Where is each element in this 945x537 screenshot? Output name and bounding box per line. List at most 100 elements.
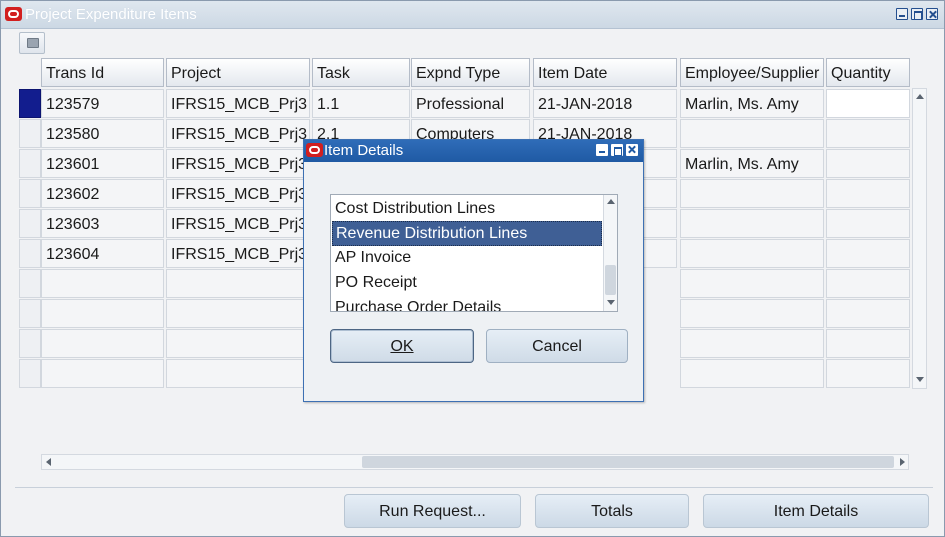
scroll-up-icon[interactable] xyxy=(607,199,615,204)
cell-employee-supplier[interactable] xyxy=(680,359,824,388)
column-header-quantity[interactable]: Quantity xyxy=(826,58,910,87)
cell-project[interactable]: IFRS15_MCB_Prj3 xyxy=(166,179,310,208)
record-indicator[interactable] xyxy=(19,329,41,358)
cell-quantity[interactable] xyxy=(826,89,910,118)
item-details-list[interactable]: Cost Distribution Lines Revenue Distribu… xyxy=(330,194,618,312)
run-request-button[interactable]: Run Request... xyxy=(344,494,521,528)
close-icon[interactable] xyxy=(926,8,938,20)
cell-project[interactable]: IFRS15_MCB_Prj3 xyxy=(166,89,310,118)
cell-project[interactable]: IFRS15_MCB_Prj3 xyxy=(166,209,310,238)
minimize-icon[interactable] xyxy=(896,8,908,20)
column-header-project[interactable]: Project xyxy=(166,58,310,87)
oracle-app-icon xyxy=(306,143,323,157)
maximize-icon[interactable] xyxy=(611,144,623,156)
cell-quantity[interactable] xyxy=(826,149,910,178)
cell-trans-id[interactable] xyxy=(41,359,164,388)
cell-project[interactable] xyxy=(166,269,310,298)
column-header-employee-supplier[interactable]: Employee/Supplier xyxy=(680,58,824,87)
item-details-button[interactable]: Item Details xyxy=(703,494,929,528)
cell-quantity[interactable] xyxy=(826,119,910,148)
cell-trans-id[interactable] xyxy=(41,329,164,358)
cell-project[interactable] xyxy=(166,359,310,388)
record-indicator[interactable] xyxy=(19,359,41,388)
oracle-app-icon xyxy=(5,7,22,21)
list-scrollbar[interactable] xyxy=(603,195,617,311)
minimize-icon[interactable] xyxy=(596,144,608,156)
record-indicator[interactable] xyxy=(19,119,41,148)
cell-quantity[interactable] xyxy=(826,329,910,358)
cell-employee-supplier[interactable] xyxy=(680,239,824,268)
record-indicator[interactable] xyxy=(19,239,41,268)
totals-label: Totals xyxy=(591,503,633,520)
cell-employee-supplier[interactable]: Marlin, Ms. Amy xyxy=(680,149,824,178)
cell-expnd-type[interactable]: Professional xyxy=(411,89,530,118)
record-indicator[interactable] xyxy=(19,209,41,238)
cell-project[interactable] xyxy=(166,329,310,358)
cell-trans-id[interactable]: 123603 xyxy=(41,209,164,238)
cell-trans-id[interactable]: 123579 xyxy=(41,89,164,118)
cell-employee-supplier[interactable] xyxy=(680,209,824,238)
cell-employee-supplier[interactable] xyxy=(680,269,824,298)
cell-quantity[interactable] xyxy=(826,269,910,298)
scroll-left-icon[interactable] xyxy=(46,458,51,466)
scroll-up-icon[interactable] xyxy=(916,94,924,99)
cell-quantity[interactable] xyxy=(826,299,910,328)
dialog-title-bar[interactable]: Item Details xyxy=(304,140,643,162)
cell-trans-id[interactable]: 123580 xyxy=(41,119,164,148)
column-header-item-date[interactable]: Item Date xyxy=(533,58,677,87)
cell-project[interactable]: IFRS15_MCB_Prj3 xyxy=(166,119,310,148)
run-request-label: Run Request... xyxy=(379,503,486,520)
record-indicator[interactable] xyxy=(19,149,41,178)
cell-item-date[interactable]: 21-JAN-2018 xyxy=(533,89,677,118)
cancel-button[interactable]: Cancel xyxy=(486,329,628,363)
cell-project[interactable]: IFRS15_MCB_Prj3 xyxy=(166,149,310,178)
list-scroll-thumb[interactable] xyxy=(605,265,616,295)
cell-employee-supplier[interactable] xyxy=(680,119,824,148)
dialog-title: Item Details xyxy=(324,142,404,159)
column-header-expnd-type[interactable]: Expnd Type xyxy=(411,58,530,87)
horizontal-scroll-thumb[interactable] xyxy=(362,456,894,468)
cancel-label: Cancel xyxy=(532,338,582,355)
cell-trans-id[interactable]: 123604 xyxy=(41,239,164,268)
scroll-down-icon[interactable] xyxy=(916,377,924,382)
scroll-right-icon[interactable] xyxy=(900,458,905,466)
cell-project[interactable]: IFRS15_MCB_Prj3 xyxy=(166,239,310,268)
cell-employee-supplier[interactable]: Marlin, Ms. Amy xyxy=(680,89,824,118)
list-item-selected[interactable]: Revenue Distribution Lines xyxy=(332,221,602,246)
cell-employee-supplier[interactable] xyxy=(680,179,824,208)
column-header-trans-id[interactable]: Trans Id xyxy=(41,58,164,87)
current-record-indicator[interactable] xyxy=(19,89,41,118)
close-icon[interactable] xyxy=(626,144,638,156)
horizontal-scrollbar[interactable] xyxy=(41,454,909,470)
cell-trans-id[interactable]: 123602 xyxy=(41,179,164,208)
list-item[interactable]: Cost Distribution Lines xyxy=(332,197,602,222)
cell-quantity[interactable] xyxy=(826,239,910,268)
folder-tools-button[interactable] xyxy=(19,32,45,54)
list-item[interactable]: AP Invoice xyxy=(332,246,602,271)
cell-quantity[interactable] xyxy=(826,359,910,388)
cell-employee-supplier[interactable] xyxy=(680,329,824,358)
vertical-scrollbar[interactable] xyxy=(912,88,927,389)
cell-trans-id[interactable]: 123601 xyxy=(41,149,164,178)
cell-quantity[interactable] xyxy=(826,179,910,208)
record-indicator[interactable] xyxy=(19,269,41,298)
column-header-task[interactable]: Task xyxy=(312,58,410,87)
cell-employee-supplier[interactable] xyxy=(680,299,824,328)
divider xyxy=(15,487,933,488)
totals-button[interactable]: Totals xyxy=(535,494,689,528)
cell-quantity[interactable] xyxy=(826,209,910,238)
list-item[interactable]: Purchase Order Details xyxy=(332,296,602,311)
scroll-down-icon[interactable] xyxy=(607,300,615,305)
record-indicator[interactable] xyxy=(19,179,41,208)
window-title-bar[interactable]: Project Expenditure Items xyxy=(1,1,944,29)
record-indicator[interactable] xyxy=(19,299,41,328)
cell-trans-id[interactable] xyxy=(41,269,164,298)
cell-project[interactable] xyxy=(166,299,310,328)
cell-task[interactable]: 1.1 xyxy=(312,89,410,118)
ok-label: OK xyxy=(390,338,414,355)
cell-trans-id[interactable] xyxy=(41,299,164,328)
item-details-dialog: Item Details Cost Distribution Lines Rev… xyxy=(303,139,644,402)
ok-button[interactable]: OK xyxy=(330,329,474,363)
list-item[interactable]: PO Receipt xyxy=(332,271,602,296)
maximize-icon[interactable] xyxy=(911,8,923,20)
